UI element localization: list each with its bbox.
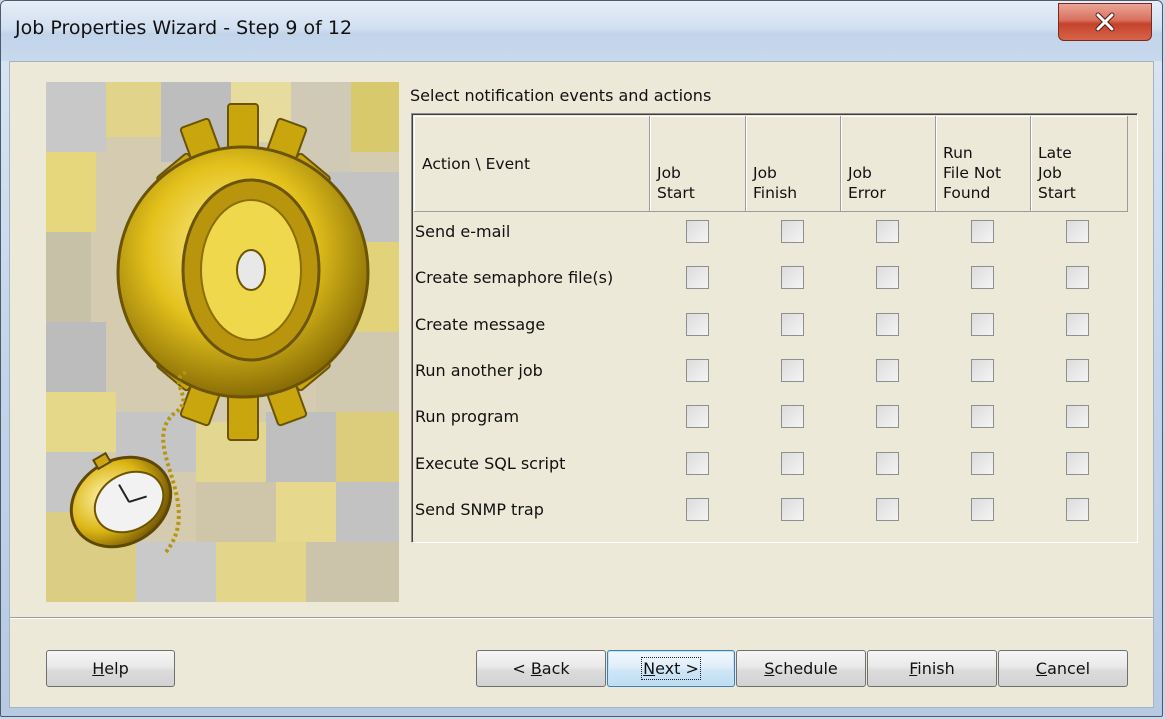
checkbox-create-message-late-job-start[interactable] xyxy=(1066,313,1089,336)
button-area-separator xyxy=(10,617,1153,619)
back-button[interactable]: < Back xyxy=(476,650,606,687)
checkbox-send-snmp-trap-job-finish[interactable] xyxy=(781,498,804,521)
wizard-illustration xyxy=(46,82,399,602)
checkbox-run-another-job-job-error[interactable] xyxy=(876,359,899,382)
close-button[interactable] xyxy=(1058,3,1152,41)
header-event-line: Error xyxy=(848,184,886,202)
row-label-run-another-job: Run another job xyxy=(415,361,543,380)
header-event-job-start: Job Start xyxy=(650,116,746,212)
checkbox-send-snmp-trap-run-file-not-found[interactable] xyxy=(971,498,994,521)
checkbox-send-email-job-start[interactable] xyxy=(686,220,709,243)
row-label-send-email: Send e-mail xyxy=(415,222,511,241)
header-event-line: Job xyxy=(657,164,681,182)
checkbox-run-another-job-job-start[interactable] xyxy=(686,359,709,382)
checkbox-execute-sql-script-run-file-not-found[interactable] xyxy=(971,452,994,475)
cancel-button-label: Cancel xyxy=(1035,659,1091,678)
row-label-create-message: Create message xyxy=(415,315,546,334)
next-button-label: Next > xyxy=(641,657,701,680)
row-label-run-program: Run program xyxy=(415,407,520,426)
header-action-event: Action \ Event xyxy=(414,116,650,212)
checkbox-send-email-job-finish[interactable] xyxy=(781,220,804,243)
header-event-line: Job xyxy=(1038,164,1062,182)
checkbox-send-snmp-trap-job-error[interactable] xyxy=(876,498,899,521)
checkbox-send-snmp-trap-job-start[interactable] xyxy=(686,498,709,521)
title-bar[interactable]: Job Properties Wizard - Step 9 of 12 xyxy=(1,1,1162,61)
header-event-job-finish: Job Finish xyxy=(746,116,841,212)
wizard-window: Job Properties Wizard - Step 9 of 12 Sel… xyxy=(0,0,1163,717)
row-label-send-snmp-trap: Send SNMP trap xyxy=(415,500,544,519)
checkbox-run-program-job-error[interactable] xyxy=(876,405,899,428)
header-event-job-error: Job Error xyxy=(841,116,936,212)
dialog-client-area: Select notification events and actions A… xyxy=(9,61,1154,708)
checkbox-run-program-late-job-start[interactable] xyxy=(1066,405,1089,428)
notification-grid: Action \ Event Job Start Job Finish Job … xyxy=(411,113,1138,543)
checkbox-create-message-job-error[interactable] xyxy=(876,313,899,336)
header-event-line: Found xyxy=(943,184,991,202)
header-event-line: Start xyxy=(657,184,695,202)
header-event-line: Job xyxy=(848,164,872,182)
schedule-button-label: Schedule xyxy=(764,659,838,678)
checkbox-send-email-job-error[interactable] xyxy=(876,220,899,243)
next-button[interactable]: Next > xyxy=(607,650,735,687)
back-button-label: < Back xyxy=(512,659,570,678)
header-event-line: Job xyxy=(753,164,777,182)
checkbox-send-email-late-job-start[interactable] xyxy=(1066,220,1089,243)
checkbox-run-program-run-file-not-found[interactable] xyxy=(971,405,994,428)
checkbox-run-another-job-late-job-start[interactable] xyxy=(1066,359,1089,382)
header-event-late-job-start: Late Job Start xyxy=(1031,116,1128,212)
checkbox-run-program-job-start[interactable] xyxy=(686,405,709,428)
checkbox-run-program-job-finish[interactable] xyxy=(781,405,804,428)
window-title: Job Properties Wizard - Step 9 of 12 xyxy=(15,17,353,39)
checkbox-execute-sql-script-late-job-start[interactable] xyxy=(1066,452,1089,475)
header-event-line: File Not xyxy=(943,164,1002,182)
checkbox-send-snmp-trap-late-job-start[interactable] xyxy=(1066,498,1089,521)
close-icon xyxy=(1095,12,1115,32)
help-button[interactable]: Help xyxy=(46,650,175,687)
row-label-execute-sql-script: Execute SQL script xyxy=(415,454,566,473)
cancel-button[interactable]: Cancel xyxy=(998,650,1128,687)
checkbox-run-another-job-run-file-not-found[interactable] xyxy=(971,359,994,382)
header-event-line: Start xyxy=(1038,184,1076,202)
checkbox-create-message-run-file-not-found[interactable] xyxy=(971,313,994,336)
header-event-line: Finish xyxy=(753,184,798,202)
row-label-create-semaphore: Create semaphore file(s) xyxy=(415,268,614,287)
checkbox-execute-sql-script-job-start[interactable] xyxy=(686,452,709,475)
checkbox-create-semaphore-job-finish[interactable] xyxy=(781,266,804,289)
header-event-line: Run xyxy=(943,144,973,162)
schedule-button[interactable]: Schedule xyxy=(736,650,866,687)
header-event-run-file-not-found: Run File Not Found xyxy=(936,116,1031,212)
checkbox-create-semaphore-late-job-start[interactable] xyxy=(1066,266,1089,289)
gear-and-pocket-watch-illustration xyxy=(46,82,399,602)
finish-button[interactable]: Finish xyxy=(867,650,997,687)
checkbox-create-semaphore-job-start[interactable] xyxy=(686,266,709,289)
header-action-event-label: Action \ Event xyxy=(422,154,531,173)
finish-button-label: Finish xyxy=(909,659,955,678)
checkbox-execute-sql-script-job-error[interactable] xyxy=(876,452,899,475)
checkbox-create-message-job-finish[interactable] xyxy=(781,313,804,336)
header-event-line: Late xyxy=(1038,144,1072,162)
help-button-label: Help xyxy=(92,659,129,678)
checkbox-create-message-job-start[interactable] xyxy=(686,313,709,336)
checkbox-send-email-run-file-not-found[interactable] xyxy=(971,220,994,243)
checkbox-execute-sql-script-job-finish[interactable] xyxy=(781,452,804,475)
checkbox-run-another-job-job-finish[interactable] xyxy=(781,359,804,382)
instruction-label: Select notification events and actions xyxy=(410,86,712,105)
checkbox-create-semaphore-run-file-not-found[interactable] xyxy=(971,266,994,289)
checkbox-create-semaphore-job-error[interactable] xyxy=(876,266,899,289)
